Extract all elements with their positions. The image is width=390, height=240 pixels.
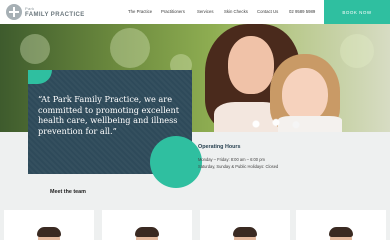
flowers — [240, 116, 320, 132]
practitioner-photo — [37, 227, 61, 240]
bokeh — [110, 28, 150, 68]
logo-big-text: FAMILY PRACTICE — [25, 11, 85, 18]
nav-contact-us[interactable]: Contact Us — [257, 9, 278, 14]
mission-quote: “At Park Family Practice, we are committ… — [38, 94, 180, 136]
practitioner-photo — [135, 227, 159, 240]
operating-hours-title: Operating Hours — [198, 144, 241, 150]
practitioner-photo — [233, 227, 257, 240]
nav-phone[interactable]: 02 9589 5989 — [289, 9, 315, 14]
meet-the-team-title: Meet the team — [50, 189, 86, 195]
medical-cross-icon — [6, 4, 22, 20]
quote-accent-circle — [150, 136, 202, 188]
book-now-button[interactable]: BOOK NOW — [324, 0, 390, 24]
nav-skin-checks[interactable]: Skin Checks — [224, 9, 248, 14]
site-header: Park FAMILY PRACTICE The Practice Practi… — [0, 0, 390, 24]
logo-text: Park FAMILY PRACTICE — [25, 5, 85, 18]
hours-weekend: Saturday, Sunday & Public Holidays: Clos… — [198, 164, 279, 169]
logo-small-text: Park — [25, 5, 35, 11]
nav-practitioners[interactable]: Practitioners — [161, 9, 185, 14]
team-card[interactable] — [296, 210, 386, 240]
team-card[interactable] — [4, 210, 94, 240]
team-card[interactable] — [200, 210, 290, 240]
mother-face — [228, 36, 274, 94]
team-card[interactable] — [102, 210, 192, 240]
logo[interactable]: Park FAMILY PRACTICE — [6, 3, 85, 21]
child-face — [282, 68, 328, 122]
practitioner-photo — [329, 227, 353, 240]
bokeh — [20, 34, 50, 64]
bokeh — [340, 34, 374, 68]
nav-services[interactable]: Services — [197, 9, 213, 14]
nav-the-practice[interactable]: The Practice — [128, 9, 152, 14]
hours-weekdays: Monday – Friday: 8:00 am – 6:00 pm — [198, 157, 265, 162]
